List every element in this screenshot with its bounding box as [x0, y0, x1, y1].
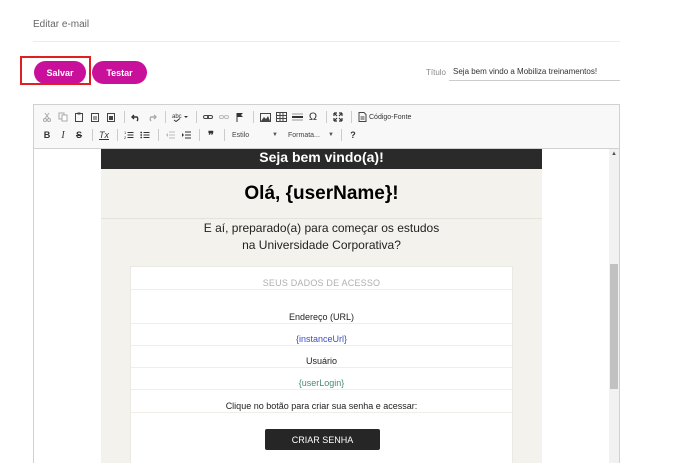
remove-format-button[interactable]: Tx: [97, 128, 111, 142]
italic-button[interactable]: I: [56, 128, 70, 142]
chevron-down-icon: ▼: [272, 132, 278, 138]
toolbar-separator: [351, 111, 352, 123]
unlink-icon[interactable]: [217, 110, 231, 124]
help-button[interactable]: ?: [346, 128, 360, 142]
scroll-thumb[interactable]: [610, 264, 618, 389]
strike-button[interactable]: S: [72, 128, 86, 142]
toolbar-separator: [326, 111, 327, 123]
scroll-up-icon[interactable]: ▲: [609, 149, 619, 159]
style-dropdown-value: Estilo: [232, 131, 250, 139]
create-password-button[interactable]: CRIAR SENHA: [265, 429, 380, 450]
toolbar-separator: [92, 129, 93, 141]
style-dropdown[interactable]: Estilo ▼: [229, 129, 281, 142]
divider: [131, 367, 512, 368]
table-icon[interactable]: [274, 110, 288, 124]
intro-line-1: E aí, preparado(a) para começar os estud…: [203, 221, 440, 235]
toolbar-row-2: B I S Tx 12 ❞ Estilo ▼ Formata... ▼ ?: [40, 127, 362, 143]
source-code-button[interactable]: Código-Fonte: [356, 110, 413, 124]
toolbar-row-1: abc Ω Código-Fonte: [40, 109, 415, 125]
svg-text:2: 2: [124, 135, 127, 140]
maximize-icon[interactable]: [331, 110, 345, 124]
special-char-icon[interactable]: Ω: [306, 110, 320, 124]
divider: [101, 218, 542, 219]
blockquote-button[interactable]: ❞: [204, 128, 218, 142]
source-code-label: Código-Fonte: [369, 113, 412, 121]
editor-toolbar: abc Ω Código-Fonte B I S Tx 1 2 ❞ Estilo…: [34, 105, 619, 149]
toolbar-separator: [224, 129, 225, 141]
card-title: SEUS DADOS DE ACESSO: [262, 278, 381, 288]
divider: [131, 389, 512, 390]
user-label: Usuário: [305, 356, 337, 366]
access-card: SEUS DADOS DE ACESSO Endereço (URL) {ins…: [130, 266, 513, 463]
image-icon[interactable]: [258, 110, 272, 124]
user-value: {userLogin}: [298, 378, 345, 388]
link-icon[interactable]: [201, 110, 215, 124]
redo-icon[interactable]: [145, 110, 159, 124]
toolbar-separator: [165, 111, 166, 123]
title-label: Título: [426, 68, 447, 77]
divider: [33, 41, 620, 42]
paste-word-icon[interactable]: [104, 110, 118, 124]
undo-icon[interactable]: [129, 110, 143, 124]
edit-email-page: Editar e-mail Salvar Testar Título Seja …: [0, 0, 675, 463]
editor-scrollbar[interactable]: ▲: [609, 149, 619, 463]
svg-text:abc: abc: [172, 114, 182, 120]
toolbar-separator: [196, 111, 197, 123]
bullet-list-icon[interactable]: [138, 128, 152, 142]
toolbar-separator: [117, 129, 118, 141]
editor-content-area[interactable]: Seja bem vindo(a)! Olá, {userName}! E aí…: [34, 149, 619, 463]
title-input[interactable]: [449, 62, 620, 81]
indent-icon[interactable]: [179, 128, 193, 142]
toolbar-separator: [199, 129, 200, 141]
bold-button[interactable]: B: [40, 128, 54, 142]
email-body: Seja bem vindo(a)! Olá, {userName}! E aí…: [101, 149, 542, 463]
divider: [131, 289, 512, 290]
chevron-down-icon: ▼: [328, 132, 334, 138]
email-header: Seja bem vindo(a)!: [101, 149, 542, 169]
divider: [131, 345, 512, 346]
toolbar-separator: [158, 129, 159, 141]
copy-icon[interactable]: [56, 110, 70, 124]
greeting-heading: Olá, {userName}!: [244, 183, 399, 204]
test-button[interactable]: Testar: [92, 61, 147, 84]
paste-text-icon[interactable]: [88, 110, 102, 124]
paste-icon[interactable]: [72, 110, 86, 124]
toolbar-separator: [253, 111, 254, 123]
cut-icon[interactable]: [40, 110, 54, 124]
toolbar-separator: [124, 111, 125, 123]
save-button[interactable]: Salvar: [34, 61, 86, 84]
toolbar-separator: [341, 129, 342, 141]
rich-text-editor: abc Ω Código-Fonte B I S Tx 1 2 ❞ Estilo…: [33, 104, 620, 463]
divider: [131, 323, 512, 324]
anchor-flag-icon[interactable]: [233, 110, 247, 124]
address-label: Endereço (URL): [288, 312, 355, 322]
instruction-text: Clique no botão para criar sua senha e a…: [225, 401, 418, 411]
page-title: Editar e-mail: [33, 19, 90, 30]
numbered-list-icon[interactable]: 12: [122, 128, 136, 142]
intro-line-2: na Universidade Corporativa?: [242, 238, 401, 252]
horizontal-line-icon[interactable]: [290, 110, 304, 124]
intro-text: E aí, preparado(a) para começar os estud…: [101, 220, 542, 254]
address-value: {instanceUrl}: [295, 334, 348, 344]
format-dropdown[interactable]: Formata... ▼: [285, 129, 337, 142]
format-dropdown-value: Formata...: [288, 131, 320, 139]
outdent-icon[interactable]: [163, 128, 177, 142]
divider: [131, 412, 512, 413]
spellcheck-icon[interactable]: abc: [170, 110, 190, 124]
